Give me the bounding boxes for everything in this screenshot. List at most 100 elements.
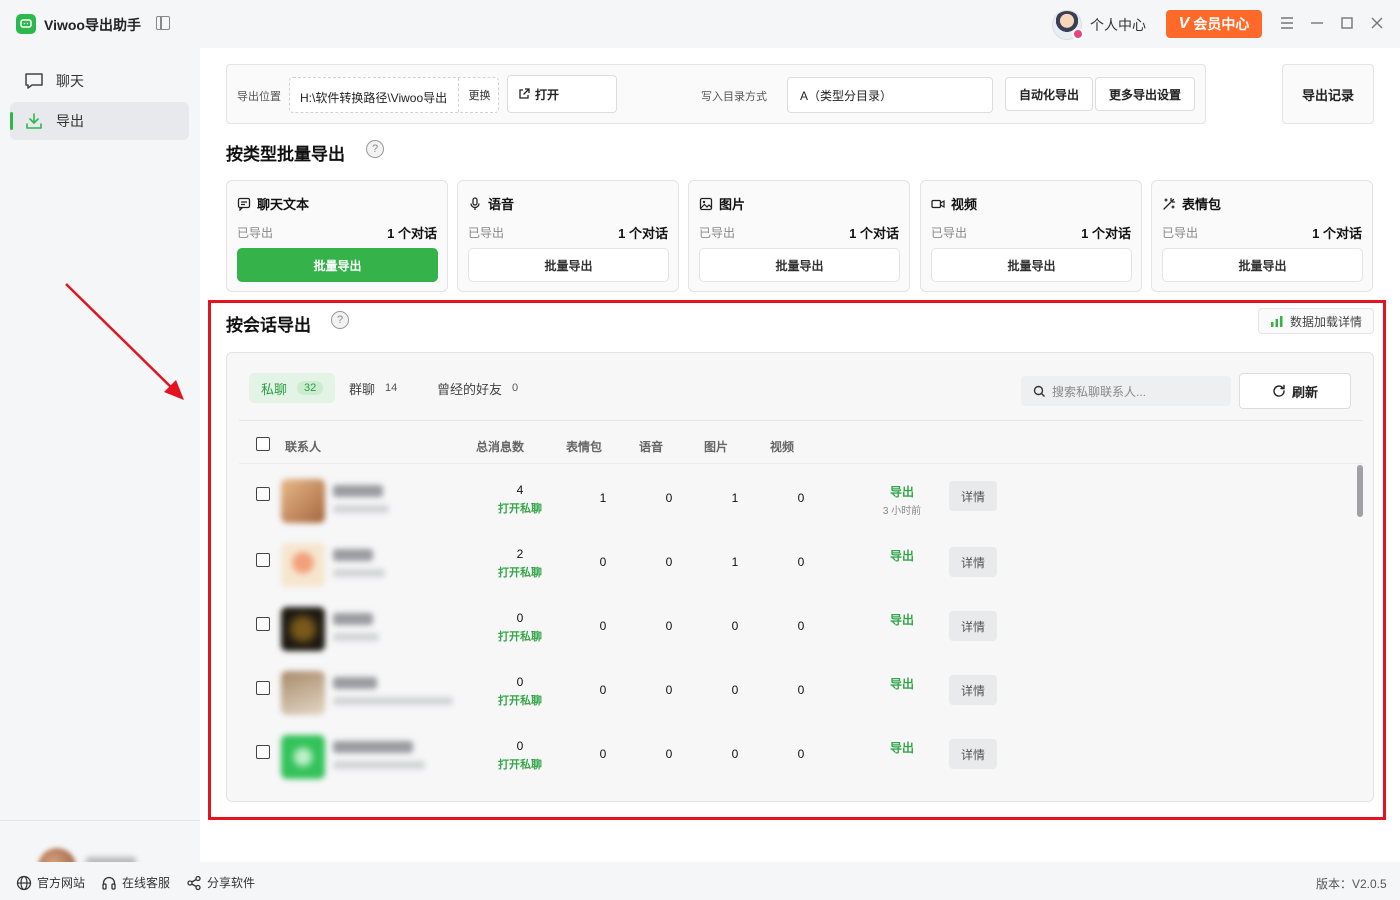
microphone-icon (470, 196, 480, 210)
tab-former-friends[interactable]: 曾经的好友 0 (425, 373, 530, 403)
auto-export-label: 自动化导出 (1018, 87, 1079, 102)
detail-button[interactable]: 详情 (949, 739, 997, 769)
chat-bubble-icon (24, 71, 44, 91)
open-private-chat-link[interactable]: 打开私聊 (489, 692, 551, 708)
column-total-messages: 总消息数 (476, 440, 525, 454)
batch-export-button[interactable]: 批量导出 (1162, 248, 1363, 282)
open-private-chat-link[interactable]: 打开私聊 (489, 564, 551, 580)
row-checkbox[interactable] (256, 553, 270, 567)
voice-count: 0 (665, 491, 673, 505)
export-records-button[interactable]: 导出记录 (1282, 64, 1374, 124)
contact-subtitle (333, 761, 425, 769)
session-panel: 私聊 32 群聊 14 曾经的好友 0 搜索私聊联系人... 刷新 联系人 总消… (226, 352, 1374, 802)
headset-icon (102, 876, 116, 890)
sidebar-item-export[interactable]: 导出 (10, 102, 189, 140)
footer-link-label: 分享软件 (207, 876, 256, 890)
type-card-voice: 语音 已导出 1 个对话 批量导出 (457, 180, 679, 292)
table-row: 0 打开私聊 0 0 0 0 导出 详情 (227, 665, 1347, 729)
search-placeholder: 搜索私聊联系人... (1052, 384, 1147, 399)
vip-v-icon: V (1178, 15, 1190, 32)
total-messages: 2 (516, 547, 524, 561)
open-private-chat-link[interactable]: 打开私聊 (489, 628, 551, 644)
contact-avatar (281, 543, 325, 587)
table-row: 0 打开私聊 0 0 0 0 导出 详情 (227, 729, 1347, 793)
export-link[interactable]: 导出 (877, 739, 927, 756)
sticker-count: 0 (599, 683, 607, 697)
sidebar-item-chat[interactable]: 聊天 (10, 62, 189, 100)
batch-export-button[interactable]: 批量导出 (699, 248, 900, 282)
column-voice: 语音 (639, 440, 664, 454)
contact-subtitle (333, 569, 385, 577)
exported-count: 1 个对话 (1081, 226, 1131, 241)
export-link[interactable]: 导出 (877, 675, 927, 692)
tab-label: 私聊 (261, 381, 288, 397)
maximize-icon[interactable] (1338, 14, 1356, 32)
profile-center-link[interactable]: 个人中心 (1090, 15, 1146, 35)
help-icon[interactable]: ? (331, 311, 349, 329)
type-card-chat-text: 聊天文本 已导出 1 个对话 批量导出 (226, 180, 448, 292)
open-private-chat-link[interactable]: 打开私聊 (489, 756, 551, 772)
detail-button[interactable]: 详情 (949, 675, 997, 705)
data-load-details-label: 数据加载详情 (1289, 314, 1362, 329)
contact-avatar (281, 671, 325, 715)
online-support-link[interactable]: 在线客服 (101, 874, 170, 891)
batch-export-button[interactable]: 批量导出 (931, 248, 1132, 282)
contact-search-input[interactable]: 搜索私聊联系人... (1021, 376, 1231, 406)
export-link[interactable]: 导出 (877, 483, 927, 500)
export-link[interactable]: 导出 (877, 611, 927, 628)
open-folder-button[interactable]: 打开 (507, 75, 617, 113)
export-path-field[interactable]: H:\软件转换路径\Viwoo导出 更换 (289, 77, 499, 113)
exported-label: 已导出 (1162, 226, 1199, 240)
tab-label: 曾经的好友 (437, 381, 503, 397)
contact-name (333, 741, 413, 753)
detail-button[interactable]: 详情 (949, 611, 997, 641)
write-mode-label: 写入目录方式 (701, 91, 767, 103)
exported-label: 已导出 (699, 226, 736, 240)
footer-link-label: 在线客服 (122, 876, 171, 890)
select-all-checkbox[interactable] (256, 437, 270, 451)
close-icon[interactable] (1368, 14, 1386, 32)
scrollbar-thumb[interactable] (1357, 465, 1363, 517)
auto-export-button[interactable]: 自动化导出 (1005, 77, 1093, 111)
tab-private-chat[interactable]: 私聊 32 (249, 373, 336, 403)
image-icon (699, 197, 713, 210)
total-messages: 0 (516, 739, 524, 753)
more-export-settings-button[interactable]: 更多导出设置 (1095, 77, 1195, 111)
open-private-chat-link[interactable]: 打开私聊 (489, 500, 551, 516)
detail-button[interactable]: 详情 (949, 547, 997, 577)
voice-count: 0 (665, 619, 673, 633)
help-icon[interactable]: ? (366, 140, 384, 158)
exported-count: 1 个对话 (618, 226, 668, 241)
row-checkbox[interactable] (256, 745, 270, 759)
tab-count-badge: 14 (385, 382, 398, 394)
minimize-icon[interactable] (1308, 14, 1326, 32)
image-count: 1 (731, 555, 739, 569)
row-checkbox[interactable] (256, 681, 270, 695)
menu-icon[interactable] (1278, 14, 1296, 32)
chat-text-icon (237, 197, 251, 211)
magic-wand-icon (1163, 197, 1176, 210)
more-export-settings-label: 更多导出设置 (1108, 87, 1181, 102)
official-website-link[interactable]: 官方网站 (16, 874, 85, 891)
row-checkbox[interactable] (256, 617, 270, 631)
vip-center-label: 会员中心 (1193, 16, 1250, 32)
export-link[interactable]: 导出 (877, 547, 927, 564)
refresh-button[interactable]: 刷新 (1239, 373, 1351, 409)
change-path-button[interactable]: 更换 (458, 78, 500, 112)
tab-group-chat[interactable]: 群聊 14 (337, 373, 409, 403)
row-checkbox[interactable] (256, 487, 270, 501)
video-count: 0 (797, 619, 805, 633)
sidebar-toggle-icon[interactable] (156, 16, 170, 30)
external-link-icon (519, 88, 530, 99)
write-mode-select[interactable]: A（类型分目录） (787, 77, 993, 113)
vip-center-button[interactable]: V 会员中心 (1166, 10, 1262, 38)
contact-avatar (281, 479, 325, 523)
share-software-link[interactable]: 分享软件 (186, 874, 255, 891)
detail-button[interactable]: 详情 (949, 481, 997, 511)
batch-export-button[interactable]: 批量导出 (237, 248, 438, 282)
batch-export-button[interactable]: 批量导出 (468, 248, 669, 282)
voice-count: 0 (665, 555, 673, 569)
contact-subtitle (333, 633, 379, 641)
active-indicator (10, 112, 13, 130)
data-load-details-button[interactable]: 数据加载详情 (1258, 308, 1374, 334)
